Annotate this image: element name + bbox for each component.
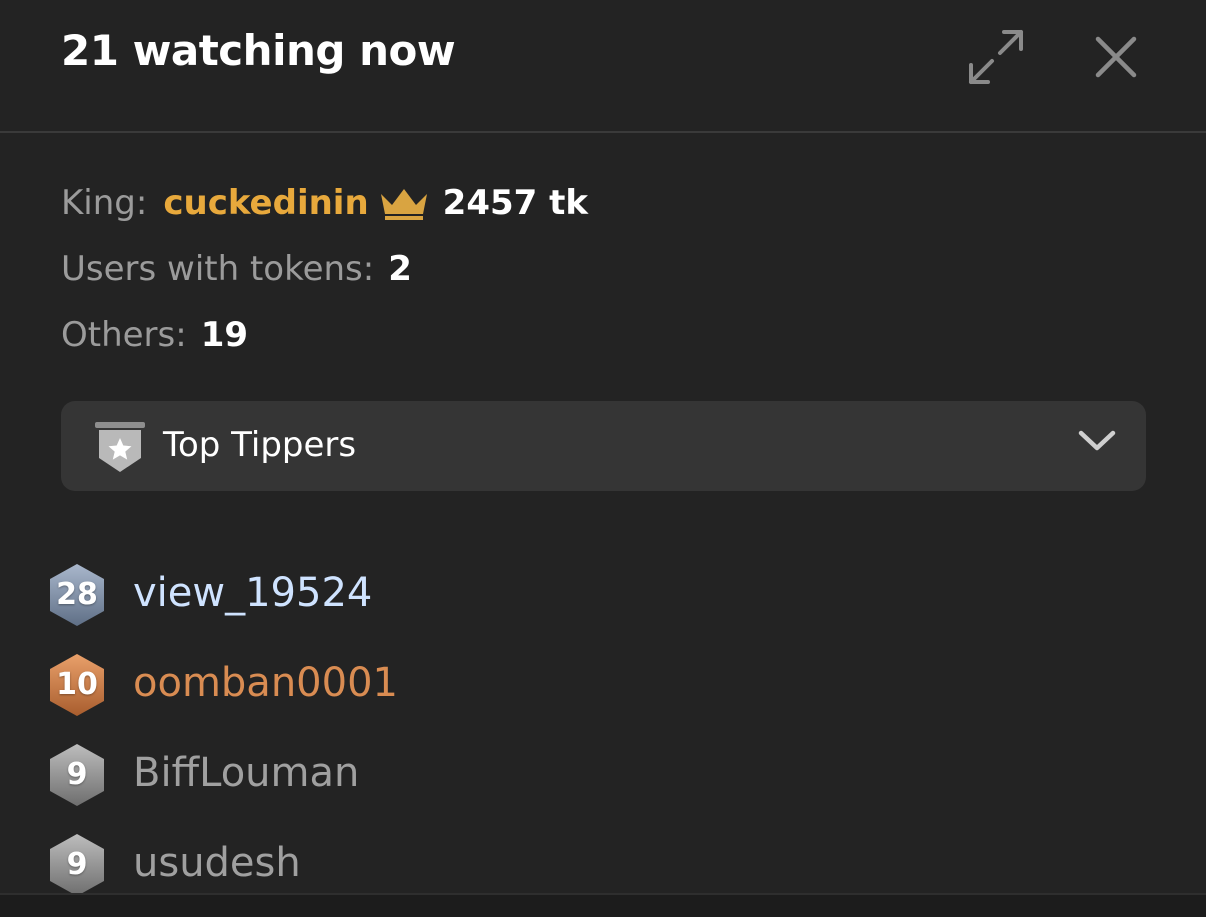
king-label: King: bbox=[61, 183, 148, 223]
viewers-panel: 21 watching now King: cuckedinin 2457 tk… bbox=[0, 0, 1206, 917]
king-row: King: cuckedinin 2457 tk bbox=[61, 170, 588, 236]
users-with-tokens-count: 2 bbox=[388, 249, 412, 289]
others-label: Others: bbox=[61, 315, 187, 355]
bottom-divider bbox=[0, 893, 1206, 917]
level-number: 9 bbox=[66, 757, 88, 792]
page-title: 21 watching now bbox=[61, 26, 456, 75]
level-badge: 9 bbox=[47, 742, 107, 808]
level-badge: 10 bbox=[47, 652, 107, 718]
panel-header: 21 watching now bbox=[0, 0, 1206, 133]
viewer-stats: King: cuckedinin 2457 tk Users with toke… bbox=[61, 170, 588, 368]
level-number: 28 bbox=[56, 577, 98, 612]
users-with-tokens-label: Users with tokens: bbox=[61, 249, 375, 289]
sort-dropdown[interactable]: Top Tippers bbox=[61, 401, 1146, 491]
star-badge-icon bbox=[93, 420, 147, 478]
others-count: 19 bbox=[200, 315, 249, 355]
level-number: 9 bbox=[66, 847, 88, 882]
expand-icon bbox=[969, 30, 1023, 84]
username[interactable]: BiffLouman bbox=[133, 750, 359, 796]
list-item[interactable]: 9 BiffLouman bbox=[47, 732, 847, 822]
close-icon bbox=[1095, 36, 1137, 78]
king-tokens: 2457 tk bbox=[442, 183, 588, 223]
list-item[interactable]: 28 view_19524 bbox=[47, 552, 847, 642]
username[interactable]: usudesh bbox=[133, 840, 301, 886]
level-badge: 28 bbox=[47, 562, 107, 628]
level-badge: 9 bbox=[47, 832, 107, 898]
crown-icon bbox=[379, 186, 429, 220]
others-row: Others: 19 bbox=[61, 302, 588, 368]
username[interactable]: view_19524 bbox=[133, 570, 372, 616]
king-username[interactable]: cuckedinin bbox=[163, 183, 368, 223]
list-item[interactable]: 10 oomban0001 bbox=[47, 642, 847, 732]
level-number: 10 bbox=[56, 667, 98, 702]
dropdown-label: Top Tippers bbox=[163, 425, 357, 465]
viewer-list: 28 view_19524 10 oomban0001 9 BiffLouman… bbox=[47, 552, 847, 912]
expand-button[interactable] bbox=[964, 25, 1028, 89]
close-button[interactable] bbox=[1084, 25, 1148, 89]
users-with-tokens-row: Users with tokens: 2 bbox=[61, 236, 588, 302]
username[interactable]: oomban0001 bbox=[133, 660, 398, 706]
chevron-down-icon bbox=[1078, 429, 1116, 457]
